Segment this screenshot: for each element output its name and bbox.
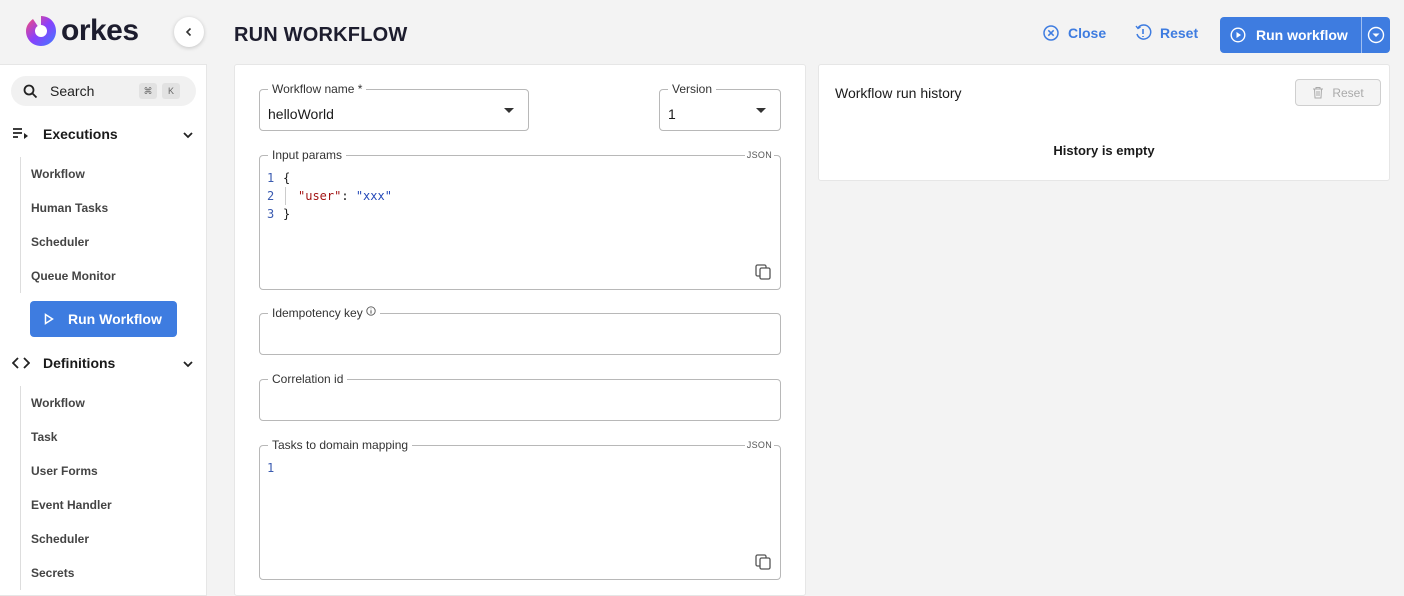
copy-icon[interactable] (754, 263, 772, 281)
code-text: } (283, 207, 291, 221)
reset-button[interactable]: Reset (1134, 24, 1198, 42)
dropdown-caret-icon (756, 108, 766, 113)
workflow-name-value: helloWorld (268, 106, 334, 122)
history-empty-message: History is empty (1053, 143, 1155, 158)
sidebar-item-definitions-workflow[interactable]: Workflow (20, 386, 190, 420)
idempotency-key-label: Idempotency key (268, 306, 381, 320)
sidebar-item-user-forms[interactable]: User Forms (20, 454, 190, 488)
line-number: 1 (267, 171, 275, 185)
correlation-id-input[interactable]: Correlation id (259, 372, 781, 421)
search-box[interactable]: Search ⌘ K (11, 76, 196, 106)
json-separator: : (341, 189, 356, 203)
run-workflow-button[interactable]: Run workflow (1220, 17, 1390, 53)
sidebar-run-workflow-button[interactable]: Run Workflow (30, 301, 177, 337)
brand-name: orkes (61, 14, 139, 47)
trash-icon (1313, 87, 1324, 99)
search-icon (23, 84, 38, 98)
page-title: RUN WORKFLOW (234, 24, 408, 46)
history-reset-button[interactable]: Reset (1295, 79, 1381, 106)
workflow-name-select[interactable]: Workflow name * helloWorld (259, 82, 529, 131)
close-label: Close (1068, 25, 1107, 41)
input-params-code: 1{ 2 "user": "xxx" 3} (267, 169, 392, 223)
json-key: "user" (298, 189, 342, 203)
close-circle-icon (1043, 25, 1059, 41)
dropdown-circle-icon[interactable] (1367, 26, 1385, 44)
reset-label: Reset (1160, 25, 1199, 41)
executions-section-header[interactable]: Executions (12, 126, 194, 142)
collapse-sidebar-button[interactable] (174, 17, 204, 47)
close-button[interactable]: Close (1042, 24, 1106, 42)
sidebar-item-secrets[interactable]: Secrets (20, 556, 190, 590)
sidebar-item-event-handler[interactable]: Event Handler (20, 488, 190, 522)
sidebar-item-definitions-scheduler[interactable]: Scheduler (20, 522, 190, 556)
idempotency-key-label-text: Idempotency key (272, 306, 363, 320)
code-line: 1{ (267, 169, 392, 187)
run-form-panel: Workflow name * helloWorld Version 1 Inp… (234, 64, 806, 596)
line-number: 1 (267, 461, 275, 475)
shortcut-cmd-key: ⌘ (139, 83, 157, 99)
tasks-domain-mapping-editor[interactable]: Tasks to domain mapping JSON 1 (259, 438, 781, 580)
orkes-logo[interactable]: orkes (24, 14, 139, 48)
search-label: Search (50, 83, 95, 99)
copy-icon[interactable] (754, 553, 772, 571)
run-workflow-label: Run workflow (1256, 27, 1348, 43)
line-number: 2 (267, 189, 275, 203)
code-text: { (283, 171, 291, 185)
input-params-json-tag: JSON (744, 150, 774, 160)
version-value: 1 (668, 106, 676, 122)
code-line: 1 (267, 459, 283, 477)
sidebar-item-executions-scheduler[interactable]: Scheduler (20, 225, 190, 259)
executions-title: Executions (43, 126, 118, 142)
run-history-panel: Workflow run history Reset History is em… (818, 64, 1390, 181)
sidebar: Search ⌘ K Executions Workflow Human Tas… (0, 64, 207, 596)
info-icon[interactable] (366, 306, 376, 316)
code-line: 2 "user": "xxx" (267, 187, 392, 205)
correlation-id-label: Correlation id (268, 372, 348, 386)
shortcut-k-key: K (162, 83, 180, 99)
dropdown-caret-icon (504, 108, 514, 113)
tasks-mapping-code: 1 (267, 459, 283, 477)
input-params-label: Input params (268, 148, 347, 162)
chevron-left-icon (185, 27, 192, 37)
sidebar-item-task[interactable]: Task (20, 420, 190, 454)
run-history-title: Workflow run history (835, 85, 962, 101)
chevron-down-icon (183, 361, 193, 368)
play-circle-icon (1230, 27, 1246, 43)
json-value: "xxx" (355, 189, 392, 203)
sidebar-item-human-tasks[interactable]: Human Tasks (20, 191, 190, 225)
definitions-section-header[interactable]: Definitions (12, 355, 194, 371)
code-icon (12, 357, 30, 369)
orkes-logo-icon (24, 14, 58, 48)
line-number: 3 (267, 207, 275, 221)
definitions-title: Definitions (43, 355, 116, 371)
code-line: 3} (267, 205, 392, 223)
version-select[interactable]: Version 1 (659, 82, 781, 131)
idempotency-key-input[interactable]: Idempotency key (259, 306, 781, 355)
executions-icon (13, 128, 28, 139)
tasks-domain-mapping-label: Tasks to domain mapping (268, 438, 413, 452)
button-divider (1361, 17, 1362, 53)
play-icon (44, 313, 54, 325)
version-label: Version (668, 82, 717, 96)
sidebar-item-executions-workflow[interactable]: Workflow (20, 157, 190, 191)
sidebar-run-workflow-label: Run Workflow (68, 311, 162, 327)
chevron-down-icon (183, 132, 193, 139)
reset-icon (1135, 24, 1152, 40)
workflow-name-label: Workflow name * (268, 82, 367, 96)
input-params-editor[interactable]: Input params JSON 1{ 2 "user": "xxx" 3} (259, 148, 781, 290)
sidebar-item-queue-monitor[interactable]: Queue Monitor (20, 259, 190, 293)
history-reset-label: Reset (1332, 85, 1364, 100)
tasks-mapping-json-tag: JSON (744, 440, 774, 450)
